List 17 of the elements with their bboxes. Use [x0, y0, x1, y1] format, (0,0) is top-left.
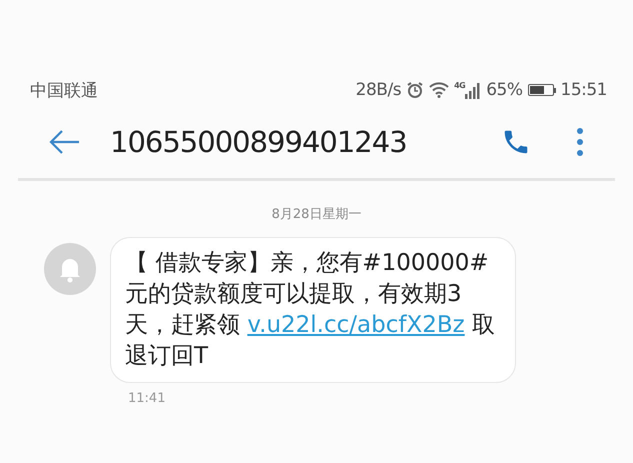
battery-icon [528, 84, 556, 96]
more-icon[interactable] [575, 126, 585, 158]
wifi-icon [429, 82, 450, 98]
message-time: 11:41 [128, 391, 166, 406]
signal-icon [465, 81, 482, 99]
battery-percent: 65% [486, 80, 522, 100]
clock-time: 15:51 [560, 80, 607, 100]
network-speed: 28B/s [356, 80, 402, 100]
date-label: 8月28日星期一 [270, 206, 362, 223]
message-text: 【 借款专家】亲，您有#100000#元的贷款额度可以提取，有效期3天，赶紧领 v.u22l.cc/abcfX2Bz 取退订回T [110, 237, 516, 383]
back-icon[interactable] [48, 129, 80, 155]
alarm-icon [406, 81, 424, 99]
message-link[interactable]: v.u22l.cc/abcfX2Bz [247, 312, 465, 338]
carrier-name: 中国联通 [30, 80, 98, 102]
contact-number: 10655000899401243 [110, 125, 408, 159]
bell-avatar-icon [44, 243, 96, 295]
network-type: 4G [454, 81, 466, 90]
